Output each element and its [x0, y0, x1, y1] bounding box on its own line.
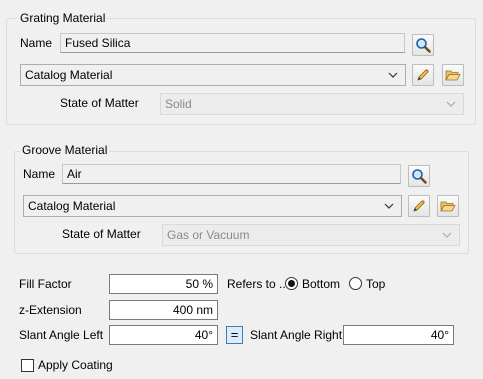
chevron-down-icon [442, 232, 452, 238]
search-icon [412, 169, 427, 184]
groove-state-value: Gas or Vacuum [167, 228, 250, 242]
z-extension-input[interactable]: 400 nm [109, 300, 218, 320]
chevron-down-icon [388, 72, 398, 78]
groove-material-legend: Groove Material [20, 143, 110, 157]
folder-open-icon [440, 201, 456, 212]
groove-open-button[interactable] [437, 195, 459, 217]
refers-to-label: Refers to ... [227, 277, 290, 291]
z-extension-label: z-Extension [19, 303, 82, 317]
grating-state-select[interactable]: Solid [160, 93, 464, 115]
groove-catalog-select[interactable]: Catalog Material [23, 195, 402, 217]
fill-factor-label: Fill Factor [19, 277, 72, 291]
grating-state-value: Solid [165, 97, 192, 111]
search-icon [416, 38, 431, 53]
slant-angle-left-label: Slant Angle Left [19, 328, 104, 342]
grating-state-label: State of Matter [60, 96, 139, 110]
groove-edit-button[interactable] [408, 195, 430, 217]
slant-angle-left-input[interactable]: 40° [109, 325, 218, 345]
top-radio[interactable] [349, 277, 362, 290]
top-radio-label[interactable]: Top [366, 276, 385, 292]
apply-coating-checkbox[interactable] [21, 359, 34, 372]
chevron-down-icon [384, 203, 394, 209]
grating-edit-button[interactable] [412, 64, 434, 86]
equal-angles-toggle[interactable]: = [226, 326, 243, 344]
grating-open-button[interactable] [442, 64, 464, 86]
grating-name-label: Name [20, 36, 53, 50]
groove-state-label: State of Matter [62, 227, 141, 241]
pencil-icon [413, 200, 425, 212]
groove-search-button[interactable] [408, 165, 430, 187]
groove-name-field[interactable]: Air [62, 164, 401, 184]
apply-coating-label[interactable]: Apply Coating [38, 357, 113, 373]
slant-angle-right-input[interactable]: 40° [343, 325, 454, 345]
folder-open-icon [445, 70, 461, 81]
pencil-icon [417, 69, 429, 81]
grating-search-button[interactable] [412, 34, 434, 56]
grating-catalog-select[interactable]: Catalog Material [20, 64, 406, 86]
fill-factor-input[interactable]: 50 % [109, 274, 218, 294]
groove-state-select[interactable]: Gas or Vacuum [162, 224, 460, 246]
bottom-radio[interactable] [285, 277, 298, 290]
groove-name-label: Name [23, 167, 56, 181]
chevron-down-icon [446, 101, 456, 107]
bottom-radio-label[interactable]: Bottom [302, 276, 340, 292]
grating-catalog-value: Catalog Material [25, 68, 113, 82]
grating-name-field[interactable]: Fused Silica [60, 33, 405, 53]
slant-angle-right-label: Slant Angle Right [250, 328, 343, 342]
grating-material-legend: Grating Material [18, 11, 108, 25]
groove-catalog-value: Catalog Material [28, 199, 116, 213]
